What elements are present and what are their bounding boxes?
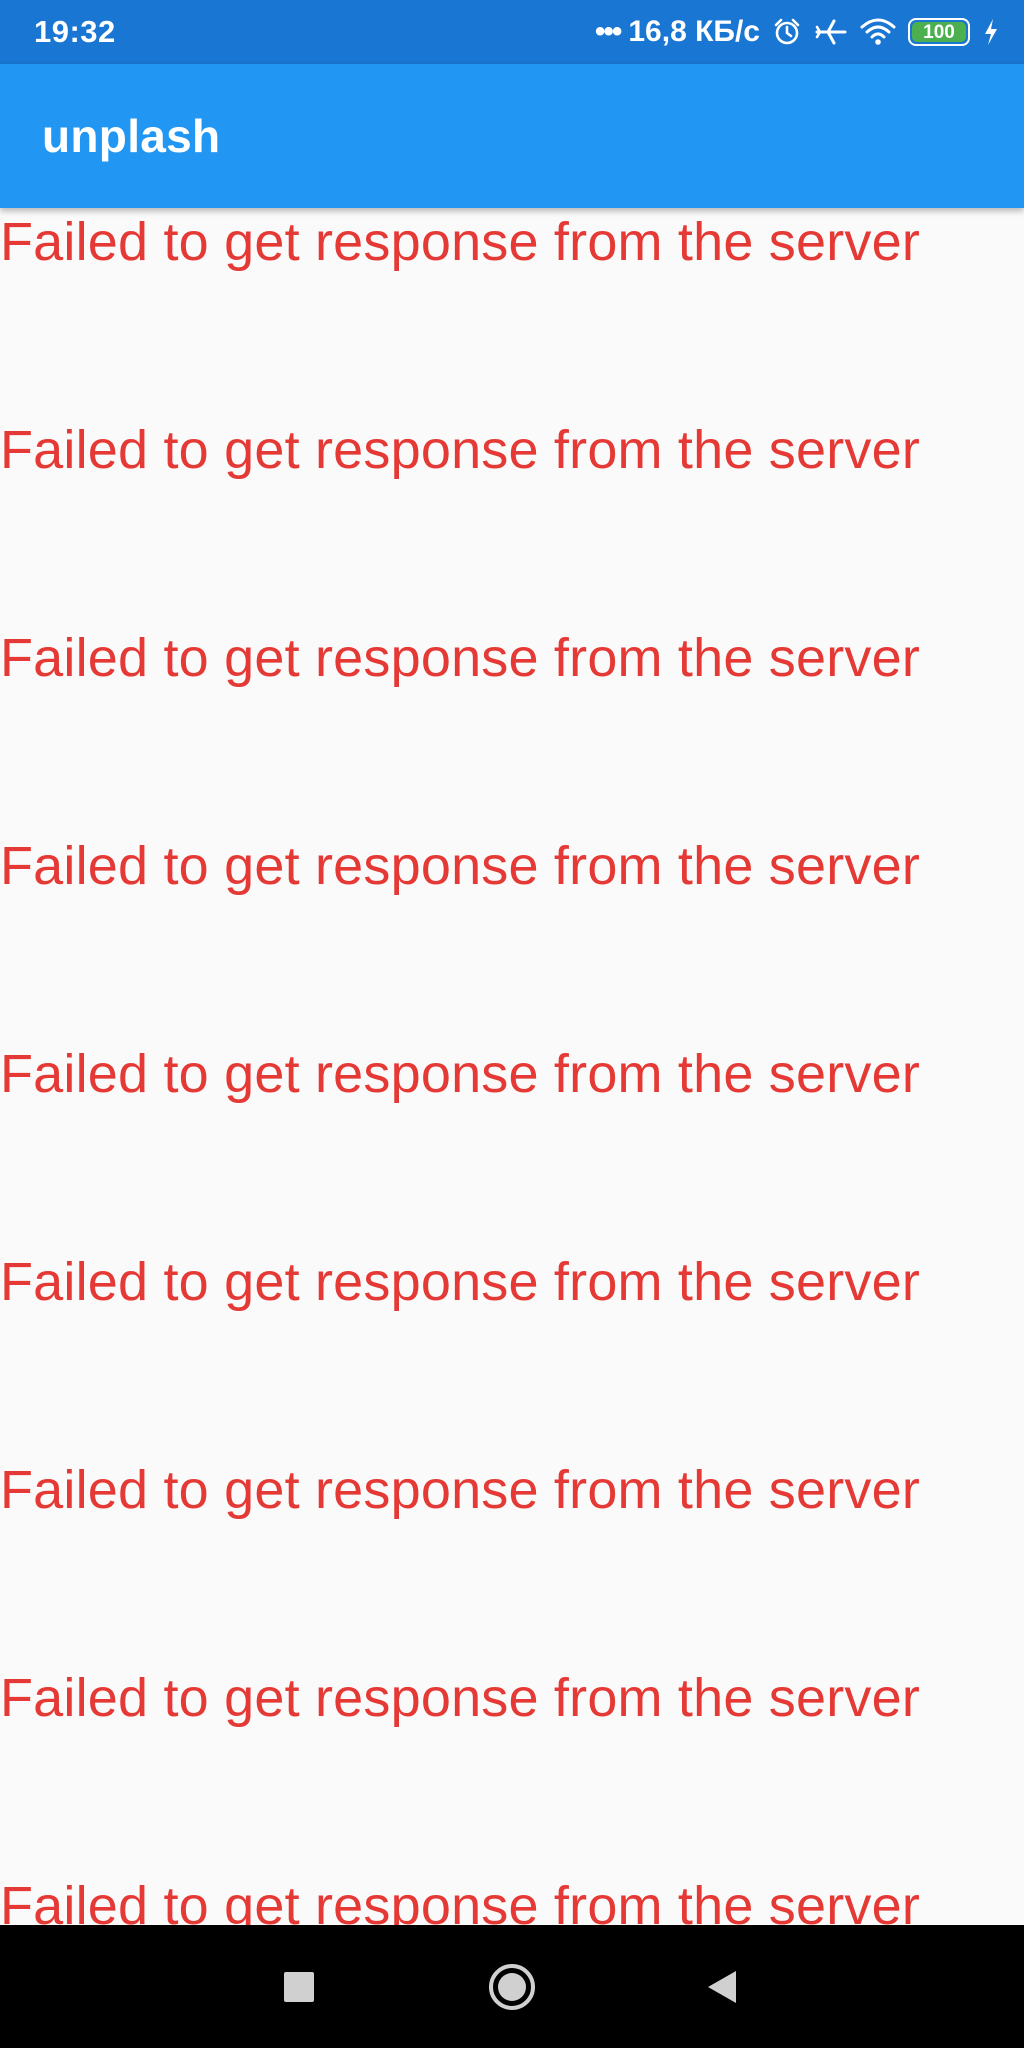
status-bar: 19:32 ••• 16,8 КБ/с 100 — [0, 0, 1024, 64]
status-right: ••• 16,8 КБ/с 100 — [595, 15, 1000, 49]
error-message: Failed to get response from the server — [0, 1252, 921, 1312]
error-list[interactable]: Failed to get response from the server F… — [0, 208, 1024, 1925]
charging-icon — [982, 17, 1000, 47]
back-triangle-icon — [708, 1970, 736, 2003]
network-speed: 16,8 КБ/с — [628, 15, 760, 48]
wifi-icon — [860, 17, 896, 47]
error-message: Failed to get response from the server — [0, 212, 921, 272]
battery-group: 100 — [908, 18, 970, 46]
error-message: Failed to get response from the server — [0, 1876, 921, 1925]
error-message: Failed to get response from the server — [0, 1044, 921, 1104]
back-button[interactable] — [705, 1969, 739, 2005]
error-message: Failed to get response from the server — [0, 1668, 921, 1728]
airplane-mode-icon — [814, 17, 848, 47]
app-bar: unplash — [0, 64, 1024, 208]
recents-button[interactable] — [283, 1971, 315, 2003]
error-message: Failed to get response from the server — [0, 1460, 921, 1520]
home-button[interactable] — [488, 1963, 536, 2011]
notification-dots: ••• — [594, 15, 622, 48]
error-message: Failed to get response from the server — [0, 628, 921, 688]
error-message: Failed to get response from the server — [0, 836, 921, 896]
recents-square-icon — [284, 1971, 314, 2002]
navigation-bar — [0, 1925, 1024, 2048]
status-time: 19:32 — [34, 14, 116, 49]
battery-level: 100 — [923, 21, 955, 43]
alarm-icon — [772, 17, 802, 47]
app-title: unplash — [42, 110, 221, 162]
error-message: Failed to get response from the server — [0, 420, 921, 480]
home-circle-icon — [489, 1963, 535, 2010]
screen: 19:32 ••• 16,8 КБ/с 100 unplash Failed t… — [0, 0, 1024, 2048]
battery-icon: 100 — [908, 18, 970, 46]
